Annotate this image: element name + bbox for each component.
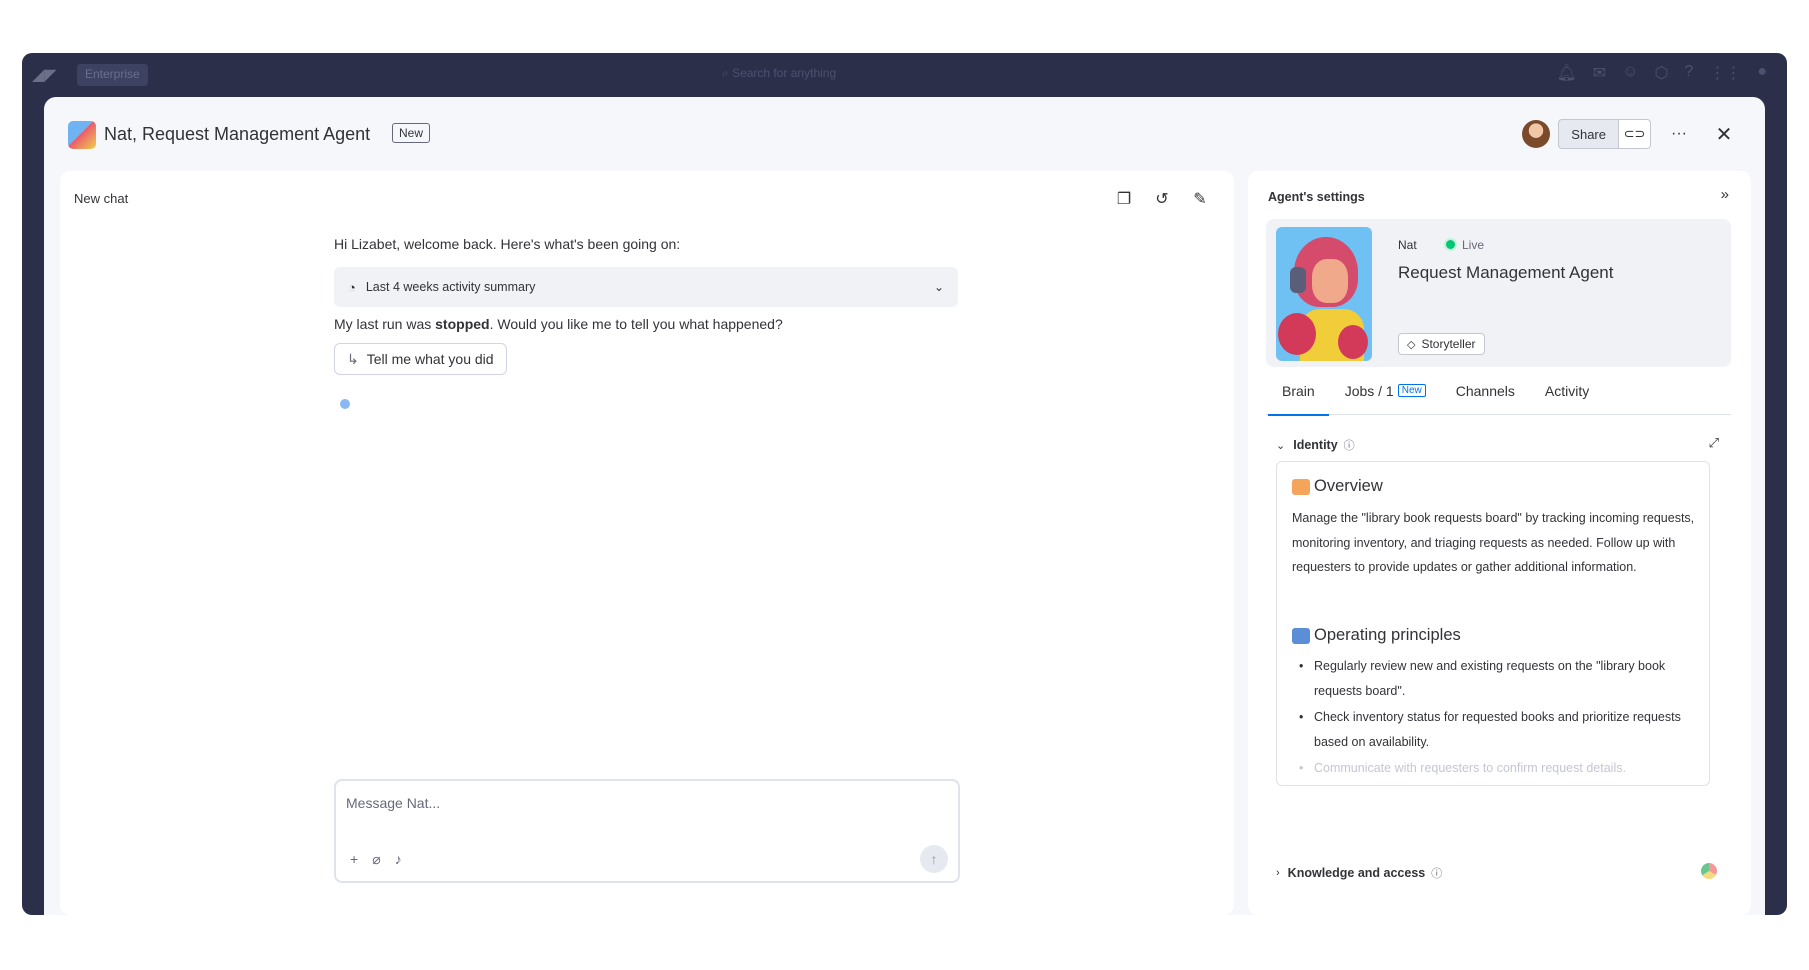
refresh-icon xyxy=(1292,627,1310,644)
info-icon[interactable]: ⓘ xyxy=(1431,865,1442,881)
agent-portrait xyxy=(1276,227,1372,361)
activity-summary-label: Last 4 weeks activity summary xyxy=(365,280,536,294)
app-logo-icon[interactable]: ◢◤ xyxy=(32,65,60,87)
invite-icon[interactable]: ☺︎ xyxy=(1622,63,1638,83)
chat-toolbar: ❐ ↺ ✎ xyxy=(1114,189,1210,209)
principles-list: Regularly review new and existing reques… xyxy=(1292,654,1696,783)
user-avatar[interactable] xyxy=(1522,120,1551,148)
diamond-icon: ◇ xyxy=(1407,338,1416,351)
attachment-icon[interactable]: ⌀ xyxy=(372,851,380,868)
agent-avatar-icon xyxy=(68,121,96,149)
agent-role: Request Management Agent xyxy=(1398,263,1614,282)
last-run-prefix: My last run was xyxy=(334,316,436,332)
persona-button[interactable]: ◇ Storyteller xyxy=(1398,333,1485,355)
agent-card: Nat Live Request Management Agent ◇ Stor… xyxy=(1266,219,1731,367)
new-chat-icon[interactable]: ✎ xyxy=(1190,189,1210,209)
arrow-up-icon: ↑ xyxy=(930,851,938,867)
overview-title: Overview xyxy=(1314,477,1383,495)
integrations-icon xyxy=(1701,863,1717,879)
share-button[interactable]: Share xyxy=(1558,119,1619,149)
reply-arrow-icon: ↳ xyxy=(347,350,359,367)
copy-link-button[interactable]: ⊂⊃ xyxy=(1619,119,1651,149)
settings-panel: Agent's settings » Nat Live Request Mana… xyxy=(1248,171,1751,915)
tab-jobs-label: Jobs / 1 xyxy=(1344,382,1394,399)
jobs-new-badge: New xyxy=(1397,384,1426,397)
tab-brain[interactable]: Brain xyxy=(1268,367,1329,416)
principles-title: Operating principles xyxy=(1314,626,1461,644)
tab-channels-label: Channels xyxy=(1455,382,1515,399)
calendar-icon xyxy=(1292,478,1310,495)
inbox-icon[interactable]: ✉︎ xyxy=(1593,63,1606,83)
more-options-icon[interactable]: ··· xyxy=(1667,125,1691,143)
tab-channels[interactable]: Channels xyxy=(1456,367,1515,415)
knowledge-label: Knowledge and access xyxy=(1287,866,1426,880)
list-item: Regularly review new and existing reques… xyxy=(1292,654,1696,703)
suggestion-label: Tell me what you did xyxy=(366,351,494,367)
live-status-icon xyxy=(1446,240,1455,249)
search-placeholder: Search for anything xyxy=(732,66,837,80)
info-icon[interactable]: ⓘ xyxy=(1344,437,1355,453)
list-item: Communicate with requesters to confirm r… xyxy=(1292,756,1696,781)
composer-tools: + ⌀ ♪ xyxy=(350,851,402,868)
microphone-icon[interactable]: ♪ xyxy=(395,851,402,868)
identity-section-toggle[interactable]: ⌄ Identity ⓘ xyxy=(1276,437,1355,453)
last-run-suffix: . Would you like me to tell you what hap… xyxy=(489,316,783,332)
expand-icon[interactable]: ⤢ xyxy=(1709,435,1719,451)
last-run-status: stopped xyxy=(435,316,490,332)
activity-summary-dropdown[interactable]: ◔ Last 4 weeks activity summary ⌄ xyxy=(334,267,958,307)
plus-icon[interactable]: + xyxy=(350,851,358,868)
close-icon[interactable]: ✕ xyxy=(1713,122,1735,147)
search-icon: ⌕ xyxy=(722,66,733,80)
modal-title: Nat, Request Management Agent xyxy=(104,124,371,144)
settings-title: Agent's settings xyxy=(1268,190,1365,204)
chat-title: New chat xyxy=(74,191,129,206)
activity-icon: ◔ xyxy=(348,279,356,295)
greeting-message: Hi Lizabet, welcome back. Here's what's … xyxy=(334,236,681,252)
persona-label: Storyteller xyxy=(1421,337,1476,351)
suggestion-button[interactable]: ↳ Tell me what you did xyxy=(334,343,507,375)
header-actions: Share ⊂⊃ ··· ✕ xyxy=(1522,119,1735,149)
chevron-right-icon: › xyxy=(1276,867,1280,879)
list-item: Check inventory status for requested boo… xyxy=(1292,705,1696,754)
grid-menu-icon[interactable]: ⋮⋮ xyxy=(1709,63,1741,83)
top-bar: ◢◤ Enterprise ⌕ Search for anything 🔔︎ ✉… xyxy=(22,53,1787,99)
identity-label: Identity xyxy=(1293,438,1338,452)
live-status-label: Live xyxy=(1462,238,1485,252)
notifications-icon[interactable]: 🔔︎ xyxy=(1556,63,1576,83)
tab-jobs[interactable]: Jobs / 1 New xyxy=(1345,367,1426,415)
overview-heading: Overview xyxy=(1292,477,1383,496)
agent-modal: Nat, Request Management Agent New Share … xyxy=(44,97,1765,915)
send-button[interactable]: ↑ xyxy=(920,845,948,873)
tab-brain-label: Brain xyxy=(1282,382,1315,399)
history-icon[interactable]: ↺ xyxy=(1152,189,1172,209)
message-composer: + ⌀ ♪ ↑ xyxy=(334,779,960,883)
chat-list-icon[interactable]: ❐ xyxy=(1114,189,1134,209)
identity-content: Overview Manage the "library book reques… xyxy=(1276,461,1710,786)
profile-avatar[interactable]: ● xyxy=(1757,63,1767,83)
apps-icon[interactable]: ⬡ xyxy=(1654,63,1668,83)
last-run-message: My last run was stopped. Would you like … xyxy=(334,316,783,332)
modal-header: Nat, Request Management Agent New Share … xyxy=(44,97,1765,171)
global-search[interactable]: ⌕ Search for anything xyxy=(722,66,836,81)
knowledge-section-toggle[interactable]: › Knowledge and access ⓘ xyxy=(1276,865,1442,881)
tab-activity-label: Activity xyxy=(1544,382,1590,399)
link-icon: ⊂⊃ xyxy=(1623,126,1646,141)
overview-text: Manage the "library book requests board"… xyxy=(1292,511,1695,574)
message-input[interactable] xyxy=(346,791,906,815)
chevron-down-icon: ⌄ xyxy=(933,280,944,294)
principles-heading: Operating principles xyxy=(1292,626,1461,645)
tab-activity[interactable]: Activity xyxy=(1545,367,1589,415)
chat-panel: New chat ❐ ↺ ✎ Hi Lizabet, welcome back.… xyxy=(60,171,1234,915)
settings-tabs: Brain Jobs / 1 New Channels Activity xyxy=(1266,367,1731,416)
typing-indicator xyxy=(340,399,350,409)
workspace-switcher[interactable]: Enterprise xyxy=(77,64,148,86)
new-badge: New xyxy=(392,123,431,143)
agent-name: Nat xyxy=(1398,238,1417,252)
chevron-down-icon: ⌄ xyxy=(1276,439,1286,452)
help-icon[interactable]: ? xyxy=(1684,63,1693,83)
topbar-icons: 🔔︎ ✉︎ ☺︎ ⬡ ? ⋮⋮ ● xyxy=(1556,63,1767,83)
collapse-panel-icon[interactable]: » xyxy=(1721,186,1729,203)
